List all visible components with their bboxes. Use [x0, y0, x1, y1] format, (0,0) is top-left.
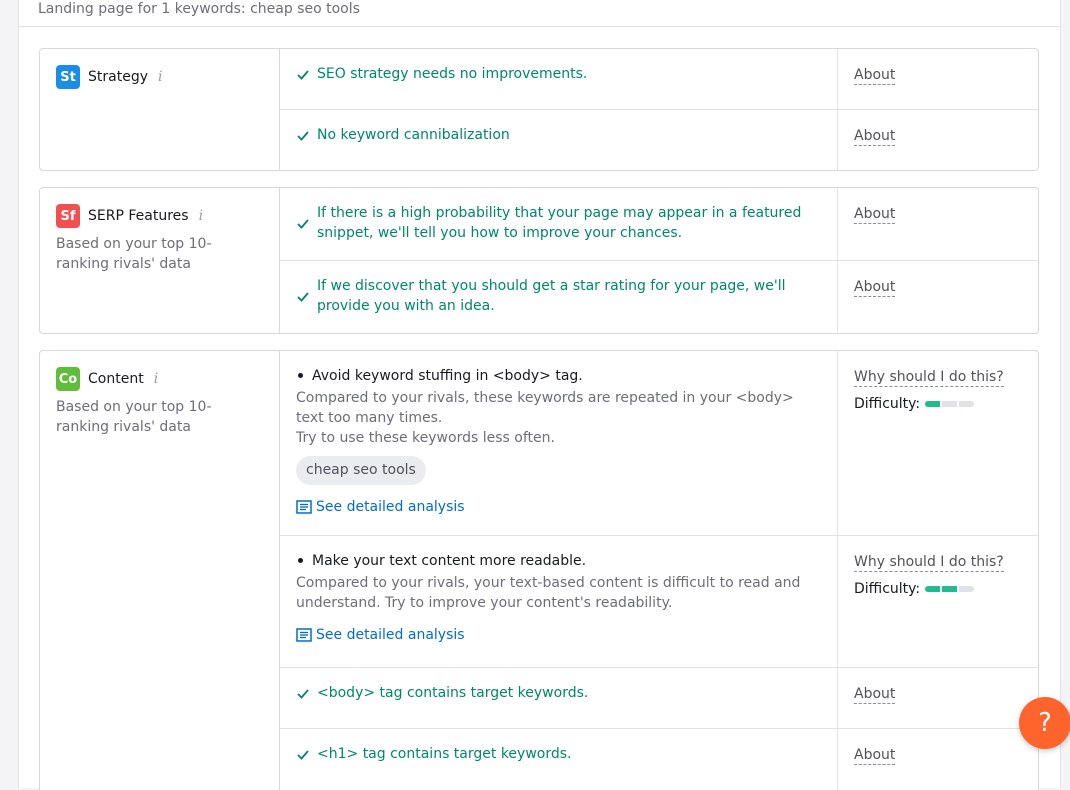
- document-icon: [296, 627, 312, 642]
- content-status-text: <body> tag contains target keywords.: [317, 685, 589, 702]
- recommendation-hint: Try to use these keywords less often.: [296, 430, 555, 446]
- content-row: <body> tag contains target keywords. Abo…: [280, 668, 1038, 730]
- strategy-row: No keyword cannibalization About: [280, 109, 1038, 170]
- check-icon: [297, 130, 309, 141]
- recommendation-description: Compared to your rivals, your text-based…: [296, 574, 801, 611]
- content-badge-icon: Co: [56, 367, 80, 391]
- see-detailed-analysis-link[interactable]: See detailed analysis: [296, 627, 821, 643]
- content-row: <h1> tag contains target keywords. About: [280, 729, 1038, 790]
- strategy-badge-icon: St: [56, 65, 80, 89]
- see-detailed-analysis-label: See detailed analysis: [316, 626, 465, 643]
- main-panel: Landing page for 1 keywords: cheap seo t…: [18, 0, 1061, 790]
- recommendation-title: Make your text content more readable.: [312, 552, 587, 569]
- content-title: Content: [88, 371, 144, 387]
- check-icon: [297, 689, 309, 700]
- check-icon: [297, 750, 309, 760]
- serp-description: Based on your top 10-ranking rivals' dat…: [56, 236, 212, 272]
- document-icon: [296, 500, 312, 514]
- check-icon: [297, 292, 309, 302]
- info-icon[interactable]: i: [158, 69, 162, 85]
- landing-page-text: Landing page for 1 keywords: cheap seo t…: [38, 1, 360, 17]
- about-link[interactable]: About: [854, 279, 896, 297]
- check-icon: [297, 70, 309, 80]
- strategy-header: St Strategy i: [40, 49, 280, 170]
- why-should-i-do-this-link[interactable]: Why should I do this?: [854, 369, 1004, 387]
- see-detailed-analysis-link[interactable]: See detailed analysis: [296, 499, 821, 515]
- see-detailed-analysis-label: See detailed analysis: [316, 499, 465, 515]
- recommendation-description: Compared to your rivals, these keywords …: [296, 390, 794, 426]
- about-link[interactable]: About: [854, 128, 896, 146]
- difficulty-indicator: Difficulty:: [854, 396, 1022, 412]
- difficulty-bar: [925, 401, 975, 407]
- help-label: ?: [1038, 708, 1052, 738]
- serp-badge-icon: Sf: [56, 204, 80, 228]
- serp-header: Sf SERP Features i Based on your top 10-…: [40, 188, 280, 333]
- content-section: Co Content i Based on your top 10-rankin…: [39, 350, 1039, 790]
- help-button[interactable]: ?: [1019, 697, 1070, 749]
- recommendation-row: Avoid keyword stuffing in <body> tag. Co…: [280, 351, 1038, 536]
- content-status-text: <h1> tag contains target keywords.: [317, 746, 572, 763]
- difficulty-label: Difficulty:: [854, 396, 921, 412]
- about-link[interactable]: About: [854, 686, 896, 705]
- serp-status-text: If we discover that you should get a sta…: [317, 278, 786, 314]
- info-icon[interactable]: i: [199, 208, 203, 224]
- serp-row: If there is a high probability that your…: [280, 188, 1038, 261]
- about-link[interactable]: About: [854, 206, 896, 224]
- difficulty-indicator: Difficulty:: [854, 581, 1022, 597]
- bullet-icon: [298, 557, 303, 563]
- strategy-row: SEO strategy needs no improvements. Abou…: [280, 49, 1038, 110]
- difficulty-label: Difficulty:: [854, 580, 921, 597]
- why-should-i-do-this-link[interactable]: Why should I do this?: [854, 554, 1004, 572]
- about-link[interactable]: About: [854, 67, 896, 85]
- check-icon: [297, 219, 309, 229]
- content-header: Co Content i Based on your top 10-rankin…: [40, 351, 280, 790]
- serp-features-section: Sf SERP Features i Based on your top 10-…: [39, 187, 1039, 334]
- bullet-icon: [298, 373, 303, 378]
- serp-status-text: If there is a high probability that your…: [317, 205, 802, 241]
- content-description: Based on your top 10-ranking rivals' dat…: [56, 399, 212, 435]
- keyword-chip: cheap seo tools: [296, 456, 426, 485]
- recommendation-title: Avoid keyword stuffing in <body> tag.: [312, 368, 583, 384]
- about-link[interactable]: About: [854, 747, 896, 766]
- info-icon[interactable]: i: [154, 371, 158, 387]
- serp-row: If we discover that you should get a sta…: [280, 261, 1038, 333]
- recommendation-row: Make your text content more readable. Co…: [280, 535, 1038, 669]
- strategy-title: Strategy: [88, 69, 148, 85]
- strategy-status-text: No keyword cannibalization: [317, 126, 510, 143]
- landing-page-header: Landing page for 1 keywords: cheap seo t…: [19, 0, 1060, 27]
- serp-title: SERP Features: [88, 208, 189, 224]
- difficulty-bar: [925, 585, 975, 592]
- strategy-status-text: SEO strategy needs no improvements.: [317, 66, 588, 82]
- strategy-section: St Strategy i SEO strategy needs no impr…: [39, 48, 1039, 171]
